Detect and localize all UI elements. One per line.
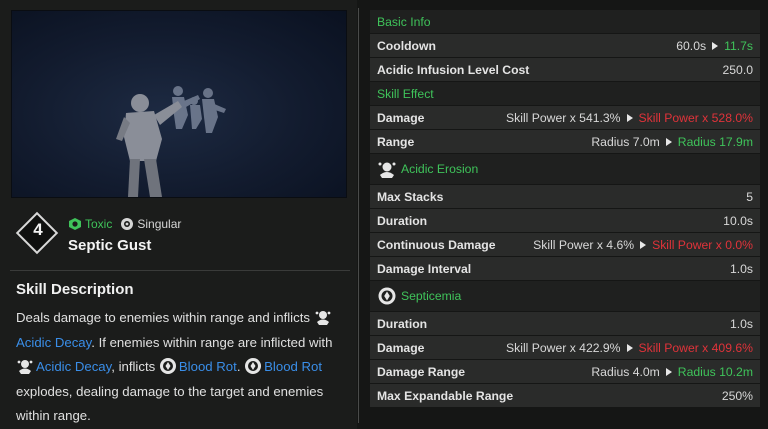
section-title-wrap: Septicemia [377,286,461,306]
skill-level: 4 [33,220,43,239]
stat-value: 60.0s 11.7s [676,39,753,53]
description-text: , inflicts [111,359,159,374]
section-skill-effect: Skill Effect [370,82,760,105]
stat-label: Duration [377,316,428,331]
section-title-wrap: Acidic Erosion [377,159,478,179]
stat-label: Range [377,134,415,149]
stat-row-damage: Damage Skill Power x 422.9% Skill Power … [370,336,760,359]
tag-toxic: Toxic [68,217,112,231]
description-text: . [236,359,245,374]
stat-row-max-expandable-range: Max Expandable Range 250% [370,384,760,407]
stat-row-range: Range Radius 7.0m Radius 17.9m [370,130,760,153]
arrow-right-icon [712,41,719,50]
stat-label: Max Expandable Range [377,388,514,403]
skill-preview-scene [116,86,226,197]
acidic-decay-icon [315,311,331,325]
divider [10,270,350,271]
arrow-right-icon [665,137,672,146]
keyword-blood-rot[interactable]: Blood Rot [264,359,322,374]
stat-label: Damage Interval [377,261,472,276]
stat-label: Damage [377,110,425,125]
stat-from: Radius 4.0m [591,364,660,379]
stat-label: Cooldown [377,38,436,53]
stat-label: Continuous Damage [377,237,496,252]
section-basic-info: Basic Info [370,10,760,33]
keyword-acidic-decay[interactable]: Acidic Decay [16,335,91,350]
stat-to: 11.7s [724,38,753,53]
stat-to: Radius 17.9m [677,134,753,149]
stat-row-max-stacks: Max Stacks 5 [370,185,760,208]
stat-value: Radius 4.0m Radius 10.2m [591,365,753,379]
stat-value: Skill Power x 541.3% Skill Power x 528.0… [506,111,753,125]
skill-stats-table: Basic Info Cooldown 60.0s 11.7s Acidic I… [370,10,760,408]
stat-from: Radius 7.0m [591,134,660,149]
stat-label: Max Stacks [377,189,444,204]
skill-name: Septic Gust [68,237,152,254]
stat-value: 10.0s [723,213,753,228]
stat-value: 1.0s [729,316,753,331]
stat-row-damage-range: Damage Range Radius 4.0m Radius 10.2m [370,360,760,383]
section-title: Skill Effect [377,86,434,101]
stat-label: Damage Range [377,364,466,379]
keyword-acidic-decay[interactable]: Acidic Decay [36,359,111,374]
stat-from: Skill Power x 422.9% [506,340,621,355]
septicemia-icon [378,287,396,305]
stat-to: Skill Power x 409.6% [638,340,753,355]
acidic-erosion-icon [378,162,396,178]
keyword-blood-rot[interactable]: Blood Rot [179,359,237,374]
stat-to: Skill Power x 528.0% [638,110,753,125]
acidic-decay-icon [17,360,33,374]
skill-tags: Toxic Singular [68,217,181,231]
skill-header: 4 Toxic Singular Septic Gust [15,211,348,258]
arrow-right-icon [665,367,672,376]
stat-row-damage: Damage Skill Power x 541.3% Skill Power … [370,106,760,129]
stat-row-damage-interval: Damage Interval 1.0s [370,257,760,280]
stat-from: Skill Power x 4.6% [533,237,635,252]
blood-rot-icon [159,358,176,374]
stat-label: Damage [377,340,425,355]
stat-row-continuous-damage: Continuous Damage Skill Power x 4.6% Ski… [370,233,760,256]
arrow-right-icon [640,240,647,249]
stat-to: Radius 10.2m [677,364,753,379]
description-text: . If enemies within range are inflicted … [91,334,333,350]
section-title: Septicemia [401,289,462,303]
blood-rot-icon [245,358,262,374]
stat-row-duration: Duration 1.0s [370,312,760,335]
skill-description: Deals damage to enemies within range and… [16,306,346,429]
section-title: Acidic Erosion [401,162,479,176]
stat-value: 5 [746,189,753,204]
stat-from: 60.0s [676,38,707,53]
skill-preview-video[interactable] [11,10,347,198]
stat-row-cooldown: Cooldown 60.0s 11.7s [370,34,760,57]
section-septicemia: Septicemia [370,281,760,311]
section-title: Basic Info [377,14,431,29]
toxic-icon [69,218,81,230]
stat-value: Radius 7.0m Radius 17.9m [591,135,753,149]
tag-singular-label: Singular [137,217,182,231]
description-text: explodes, dealing damage to the target a… [16,383,324,424]
description-text: Deals damage to enemies within range and… [16,310,314,325]
section-acidic-erosion: Acidic Erosion [370,154,760,184]
stat-row-infusion-cost: Acidic Infusion Level Cost 250.0 [370,58,760,81]
arrow-right-icon [626,113,633,122]
singular-icon [121,218,134,230]
stat-label: Acidic Infusion Level Cost [377,62,530,77]
tag-singular: Singular [120,217,181,231]
stat-value: 1.0s [729,261,753,276]
stat-value: Skill Power x 422.9% Skill Power x 409.6… [506,341,753,355]
stat-label: Duration [377,213,428,228]
skill-info-panel: 4 Toxic Singular Septic Gust Skill Descr… [0,0,357,429]
arrow-right-icon [626,343,633,352]
description-title: Skill Description [16,281,134,298]
tag-toxic-label: Toxic [85,217,113,231]
stat-value: 250% [721,388,753,403]
stat-to: Skill Power x 0.0% [652,237,753,252]
stat-value: Skill Power x 4.6% Skill Power x 0.0% [533,238,753,252]
panel-separator [358,8,359,423]
stat-from: Skill Power x 541.3% [506,110,621,125]
stat-value: 250.0 [722,62,754,77]
stat-row-duration: Duration 10.0s [370,209,760,232]
